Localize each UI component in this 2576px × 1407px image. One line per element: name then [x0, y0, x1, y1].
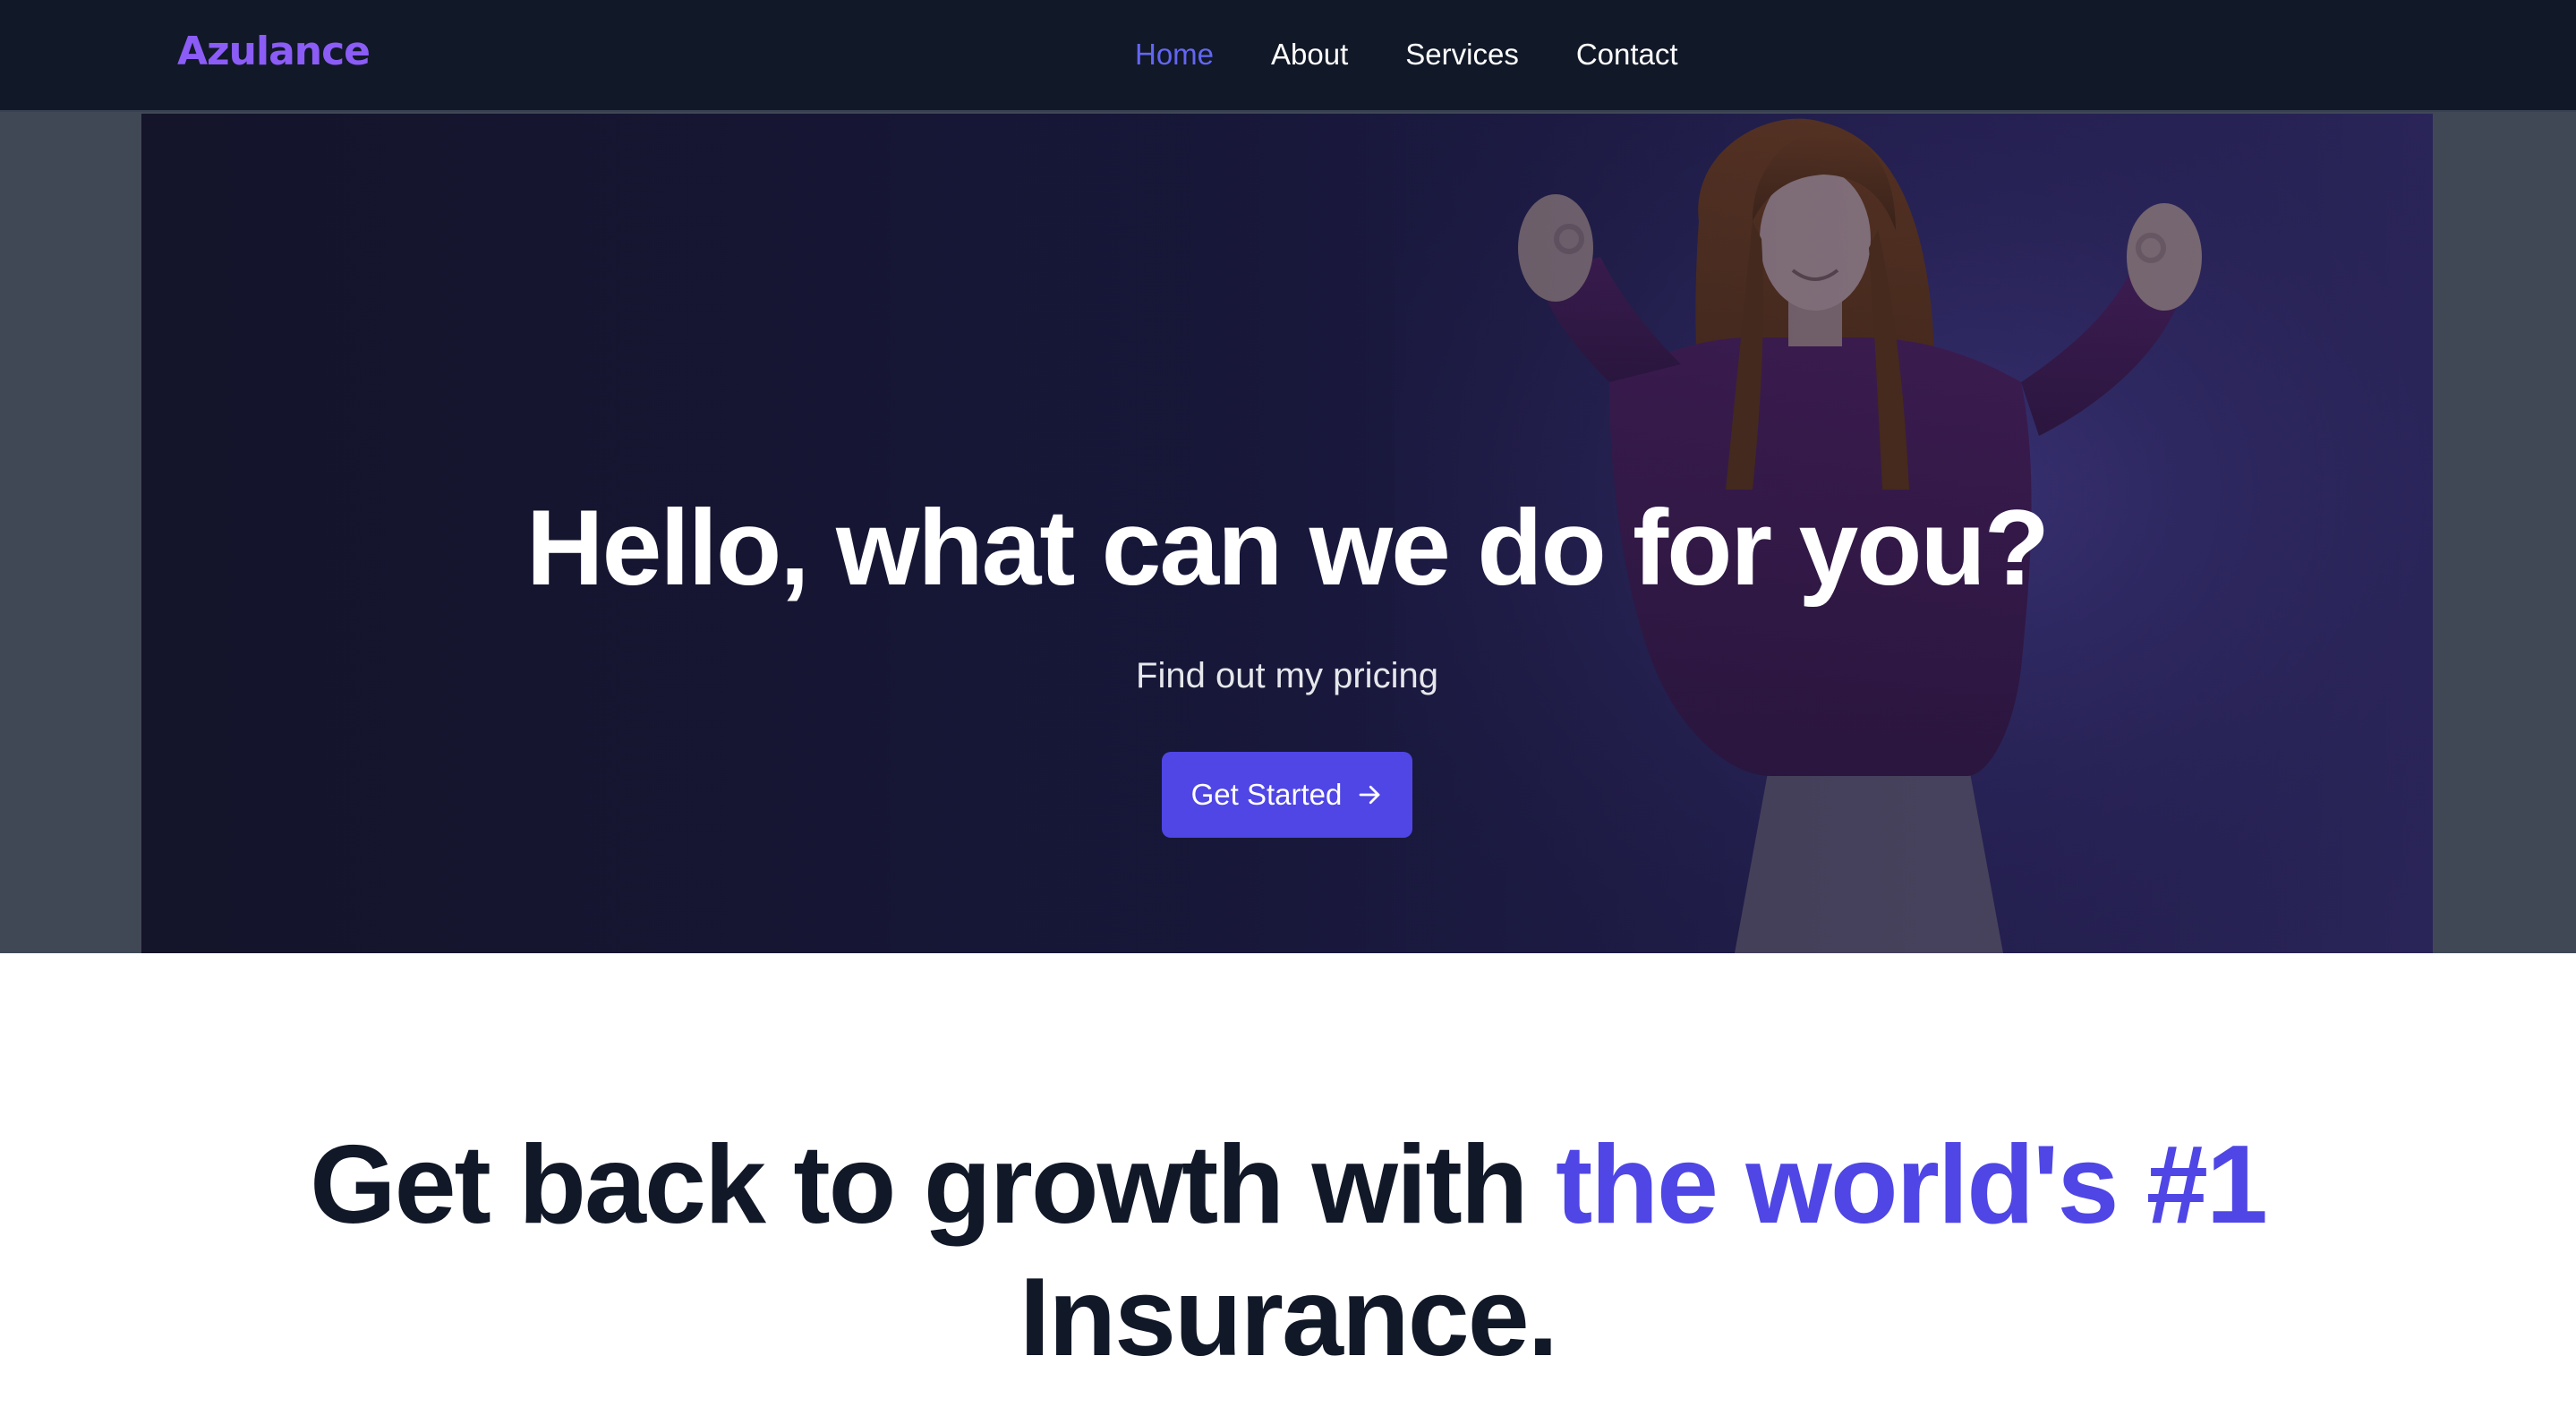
nav-item-contact[interactable]: Contact [1576, 32, 1678, 77]
hero-title: Hello, what can we do for you? [525, 488, 2050, 608]
navbar: Azulance Home About Services Contact [0, 0, 2576, 112]
nav-item-about[interactable]: About [1271, 32, 1348, 77]
growth-heading: Get back to growth with the world's #1 In… [0, 1119, 2576, 1384]
growth-heading-accent: the world's #1 [1555, 1123, 2268, 1247]
growth-heading-part1: Get back to growth with [310, 1123, 1556, 1247]
nav-links: Home About Services Contact [1135, 32, 1736, 77]
get-started-label: Get Started [1190, 778, 1343, 811]
growth-heading-part2: Insurance. [1019, 1256, 1558, 1379]
get-started-button[interactable]: Get Started [1162, 752, 1412, 838]
brand-logo[interactable]: Azulance [177, 23, 371, 81]
nav-item-home[interactable]: Home [1135, 32, 1214, 77]
arrow-right-icon [1360, 785, 1380, 805]
nav-item-services[interactable]: Services [1405, 32, 1519, 77]
hero-section: Hello, what can we do for you? Find out … [141, 114, 2433, 953]
hero-subtitle: Find out my pricing [1136, 656, 1438, 695]
